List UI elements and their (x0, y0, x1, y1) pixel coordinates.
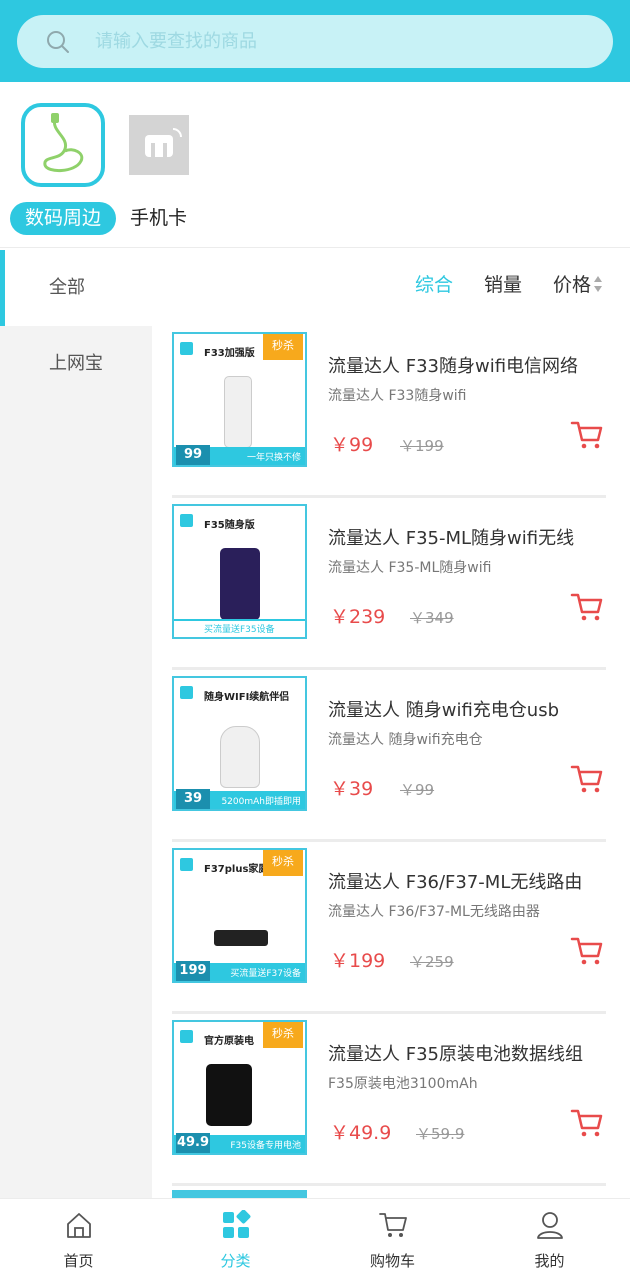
product-image[interactable]: F33加强版 秒杀 99 一年只换不修 (172, 332, 307, 467)
image-price-badge: 49.9 (176, 1133, 210, 1153)
product-image[interactable]: F35随身版 买流量送F35设备 (172, 504, 307, 639)
product-title[interactable]: 流量达人 F33随身wifi电信网络 (328, 352, 608, 378)
search-bar[interactable] (17, 15, 613, 68)
search-icon (47, 31, 69, 53)
add-to-cart-icon[interactable] (570, 592, 604, 622)
sidebar-item-hotspot[interactable]: 上网宝 (0, 326, 152, 402)
router-illustration (214, 930, 268, 946)
product-card[interactable]: 随身WIFI续航伴侣 39 5200mAh即插即用 流量达人 随身wifi充电仓… (172, 670, 606, 842)
product-price: ￥49.9 (330, 1122, 392, 1144)
cable-icon (43, 113, 84, 172)
image-banner-text: 5200mAh即插即用 (221, 797, 301, 807)
image-price-badge: 199 (176, 961, 210, 981)
home-icon (67, 1213, 91, 1238)
nav-cart-label: 购物车 (369, 1252, 415, 1270)
category-sidebar: 全部 上网宝 (0, 250, 152, 1198)
product-original-price: ￥259 (410, 953, 454, 971)
device-illustration (224, 376, 252, 448)
nav-category[interactable]: 分类 (157, 1199, 314, 1280)
image-price-badge: 99 (176, 445, 210, 465)
product-subtitle: 流量达人 F33随身wifi (328, 388, 467, 404)
nav-profile[interactable]: 我的 (471, 1199, 628, 1280)
image-headline: F35随身版 (204, 520, 255, 531)
nav-home-label: 首页 (63, 1252, 94, 1270)
nav-profile-label: 我的 (534, 1252, 565, 1270)
product-subtitle: 流量达人 F35-ML随身wifi (328, 560, 492, 576)
add-to-cart-icon[interactable] (570, 936, 604, 966)
brand-logo-icon (180, 686, 193, 699)
brand-logo-icon (180, 342, 193, 355)
image-banner-text: 买流量送F37设备 (230, 969, 301, 979)
product-card[interactable]: F35随身版 买流量送F35设备 流量达人 F35-ML随身wifi无线 流量达… (172, 498, 606, 670)
image-banner-text: 一年只换不修 (246, 453, 301, 463)
product-image[interactable]: 随身WIFI续航伴侣 39 5200mAh即插即用 (172, 676, 307, 811)
image-banner-text: 买流量送F35设备 (204, 625, 275, 635)
nav-cart[interactable]: 购物车 (314, 1199, 471, 1280)
product-title[interactable]: 流量达人 F36/F37-ML无线路由 (328, 868, 608, 894)
brand-logo-icon (180, 1030, 193, 1043)
flash-sale-tag: 秒杀 (263, 850, 303, 876)
battery-illustration (206, 1064, 252, 1126)
product-original-price: ￥59.9 (416, 1125, 465, 1143)
image-headline: F33加强版 (204, 348, 255, 359)
product-price: ￥39 (330, 778, 374, 800)
product-image[interactable]: F37plus家庭 秒杀 199 买流量送F37设备 (172, 848, 307, 983)
product-image[interactable]: 官方原装电 秒杀 49.9 F35设备专用电池 (172, 1020, 307, 1155)
digital-accessories-thumbnail[interactable] (21, 103, 105, 187)
image-price-badge: 39 (176, 789, 210, 809)
top-category-label-digital[interactable]: 数码周边 (10, 202, 116, 235)
product-price: ￥199 (330, 950, 386, 972)
bottom-nav: 首页 分类 购物车 我的 (0, 1198, 630, 1280)
product-title[interactable]: 流量达人 F35-ML随身wifi无线 (328, 524, 608, 550)
product-card[interactable]: F33加强版 秒杀 99 一年只换不修 流量达人 F33随身wifi电信网络 流… (172, 326, 606, 498)
product-list: F33加强版 秒杀 99 一年只换不修 流量达人 F33随身wifi电信网络 流… (152, 326, 630, 1198)
product-original-price: ￥99 (400, 781, 435, 799)
product-subtitle: F35原装电池3100mAh (328, 1076, 478, 1092)
top-category-row: 数码周边 手机卡 (0, 82, 630, 248)
image-headline: 官方原装电 (204, 1036, 254, 1047)
device-illustration (220, 726, 260, 788)
sort-price[interactable]: 价格 (553, 250, 603, 320)
cart-icon (379, 1213, 407, 1237)
add-to-cart-icon[interactable] (570, 1108, 604, 1138)
product-card[interactable]: 官方原装电 秒杀 49.9 F35设备专用电池 流量达人 F35原装电池数据线组… (172, 1014, 606, 1186)
category-grid-icon (223, 1210, 251, 1238)
product-title[interactable]: 流量达人 随身wifi充电仓usb (328, 696, 608, 722)
sort-sales[interactable]: 销量 (484, 250, 522, 320)
sidebar-item-all[interactable]: 全部 (0, 250, 152, 326)
add-to-cart-icon[interactable] (570, 420, 604, 450)
product-card[interactable]: F37plus家庭 秒杀 199 买流量送F37设备 流量达人 F36/F37-… (172, 842, 606, 1014)
sort-bar: 综合 销量 价格 (152, 250, 630, 326)
device-illustration (220, 548, 260, 620)
flash-sale-tag: 秒杀 (263, 334, 303, 360)
sort-comprehensive[interactable]: 综合 (415, 250, 453, 320)
flash-sale-tag: 秒杀 (263, 1022, 303, 1048)
brand-logo-icon (145, 128, 182, 157)
sort-arrows-icon (594, 275, 603, 292)
product-subtitle: 流量达人 F36/F37-ML无线路由器 (328, 904, 540, 920)
product-original-price: ￥349 (410, 609, 454, 627)
image-banner-text: F35设备专用电池 (230, 1141, 301, 1151)
add-to-cart-icon[interactable] (570, 764, 604, 794)
image-headline: 随身WIFI续航伴侣 (204, 692, 290, 703)
header-bar (0, 0, 630, 82)
nav-home[interactable]: 首页 (0, 1199, 157, 1280)
product-subtitle: 流量达人 随身wifi充电仓 (328, 732, 483, 748)
nav-category-label: 分类 (220, 1252, 251, 1270)
product-price: ￥99 (330, 434, 374, 456)
product-title[interactable]: 流量达人 F35原装电池数据线组 (328, 1040, 608, 1066)
product-card-partial[interactable] (172, 1190, 307, 1198)
search-input[interactable] (95, 15, 585, 68)
image-headline: F37plus家庭 (204, 864, 269, 875)
simcard-thumbnail[interactable] (129, 115, 189, 175)
product-price: ￥239 (330, 606, 386, 628)
user-icon (537, 1212, 563, 1239)
brand-logo-icon (180, 858, 193, 871)
brand-logo-icon (180, 514, 193, 527)
top-category-label-simcard[interactable]: 手机卡 (130, 202, 187, 235)
product-original-price: ￥199 (400, 437, 444, 455)
sort-price-label: 价格 (553, 274, 592, 296)
